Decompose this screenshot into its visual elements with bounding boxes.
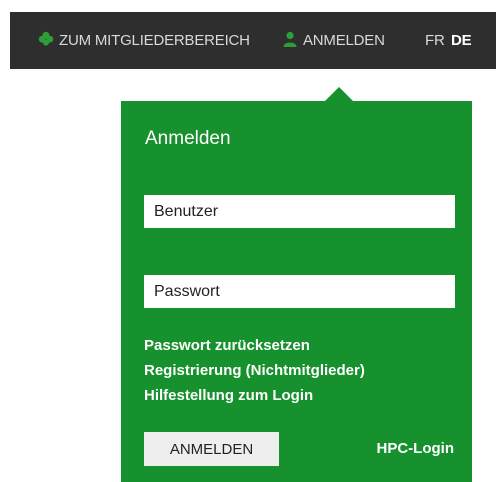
dropdown-pointer: [324, 87, 354, 102]
password-input[interactable]: [144, 275, 455, 308]
login-panel-title: Anmelden: [145, 128, 231, 149]
login-submit-button[interactable]: ANMELDEN: [144, 432, 279, 466]
login-nav-link[interactable]: ANMELDEN: [282, 12, 385, 69]
clover-icon: [38, 31, 54, 51]
top-navigation-bar: ZUM MITGLIEDERBEREICH ANMELDEN FR DE: [10, 12, 496, 69]
registration-link[interactable]: Registrierung (Nichtmitglieder): [144, 362, 365, 379]
username-input[interactable]: [144, 195, 455, 228]
members-area-link[interactable]: ZUM MITGLIEDERBEREICH: [38, 12, 250, 69]
user-icon: [282, 31, 298, 51]
login-dropdown-panel: Anmelden Passwort zurücksetzen Registrie…: [121, 101, 472, 482]
login-nav-label: ANMELDEN: [303, 32, 385, 49]
language-fr-link[interactable]: FR: [425, 12, 445, 69]
reset-password-link[interactable]: Passwort zurücksetzen: [144, 337, 310, 354]
hpc-login-link[interactable]: HPC-Login: [377, 440, 454, 457]
members-area-label: ZUM MITGLIEDERBEREICH: [59, 32, 250, 49]
login-help-link[interactable]: Hilfestellung zum Login: [144, 387, 313, 404]
language-de-link[interactable]: DE: [451, 12, 472, 69]
